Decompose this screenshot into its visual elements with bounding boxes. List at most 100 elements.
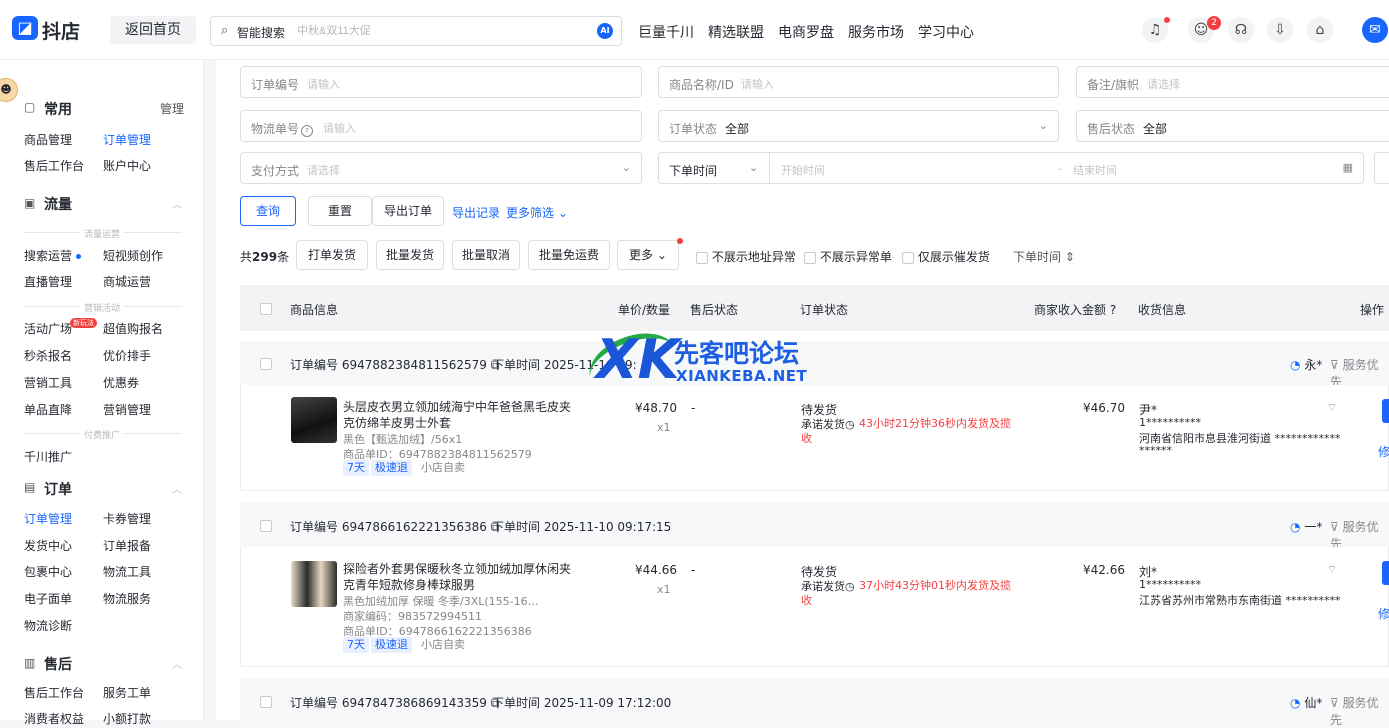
- home-button[interactable]: 返回首页: [110, 16, 196, 44]
- payment-select[interactable]: 支付方式 请选择 ⌄: [240, 152, 642, 184]
- batch-free-shipping-button[interactable]: 批量免运费: [528, 240, 610, 270]
- nav-learning[interactable]: 学习中心: [918, 22, 974, 42]
- sidebar-item-product-manage[interactable]: 商品管理: [24, 131, 72, 148]
- sidebar-item-aftersale-workbench[interactable]: 售后工作台: [24, 684, 84, 701]
- sidebar-item-order-report[interactable]: 订单报备: [103, 537, 151, 554]
- order-no-field[interactable]: 订单编号 请输入: [240, 66, 642, 98]
- sidebar-item-shipping-center[interactable]: 发货中心: [24, 537, 72, 554]
- sidebar-item-search-ops[interactable]: 搜索运营: [24, 247, 82, 264]
- reset-button[interactable]: 重置: [308, 196, 372, 226]
- nav-alliance[interactable]: 精选联盟: [708, 22, 764, 42]
- mascot-avatar[interactable]: ☻: [0, 78, 18, 102]
- sidebar-item-price[interactable]: 优价排手: [103, 347, 151, 364]
- order-checkbox[interactable]: [260, 356, 272, 370]
- select-all-checkbox[interactable]: [260, 301, 272, 315]
- sidebar-item-mall[interactable]: 商城运营: [103, 273, 151, 290]
- buyer-info[interactable]: ◔ 一*: [1290, 518, 1322, 535]
- buyer-info[interactable]: ◔ 永*: [1290, 356, 1322, 373]
- sidebar-item-qianchuan[interactable]: 千川推广: [24, 448, 72, 465]
- sidebar-item-aftersale-desk[interactable]: 售后工作台: [24, 157, 84, 174]
- export-log-link[interactable]: 导出记录: [452, 204, 500, 221]
- download-icon[interactable]: ⇩: [1267, 17, 1293, 43]
- eye-icon[interactable]: ⌔: [1327, 401, 1337, 415]
- more-button[interactable]: 更多 ⌄: [617, 240, 679, 270]
- order-checkbox[interactable]: [260, 694, 272, 708]
- sidebar-item-marketing-manage[interactable]: 营销管理: [103, 401, 151, 418]
- modify-link[interactable]: 修: [1378, 605, 1389, 622]
- sidebar-item-package-center[interactable]: 包裹中心: [24, 563, 72, 580]
- chevron-up-icon[interactable]: ︿: [172, 656, 182, 671]
- headset-icon[interactable]: ☊: [1228, 17, 1254, 43]
- sidebar-item-live[interactable]: 直播管理: [24, 273, 72, 290]
- batch-cancel-button[interactable]: 批量取消: [452, 240, 520, 270]
- ai-icon[interactable]: AI: [597, 23, 613, 39]
- logo-icon[interactable]: ◪: [12, 16, 38, 40]
- col-after: 售后状态: [690, 303, 739, 317]
- print-ship-button[interactable]: 打单发货: [296, 240, 368, 270]
- query-button[interactable]: 查询: [240, 196, 296, 226]
- after-status-select[interactable]: 售后状态 全部: [1076, 110, 1389, 142]
- product-image[interactable]: [291, 397, 337, 443]
- sidebar-item-service-ticket[interactable]: 服务工单: [103, 684, 151, 701]
- merchant-income: ¥46.70: [1083, 401, 1125, 415]
- calendar-icon[interactable]: ▦: [1343, 161, 1353, 174]
- store-icon[interactable]: ⌂: [1307, 17, 1333, 43]
- sidebar-item-card-manage[interactable]: 卡券管理: [103, 510, 151, 527]
- sidebar-item-flash-sale[interactable]: 秒杀报名: [24, 347, 72, 364]
- sidebar-item-logistics-service[interactable]: 物流服务: [103, 590, 151, 607]
- sidebar-section-traffic[interactable]: 流量: [44, 194, 72, 214]
- ship-action-button[interactable]: [1382, 561, 1389, 585]
- chevron-down-icon: ⌄: [557, 206, 568, 220]
- extra-field[interactable]: [1374, 152, 1389, 184]
- start-time-input[interactable]: 开始时间: [781, 162, 825, 178]
- order-status-select[interactable]: 订单状态 全部 ⌄: [658, 110, 1059, 142]
- sidebar-item-account[interactable]: 账户中心: [103, 157, 151, 174]
- time-range-field[interactable]: 下单时间 ⌄ 开始时间 – 结束时间 ▦: [658, 152, 1364, 184]
- sidebar-item-super-value[interactable]: 超值购报名: [103, 320, 163, 337]
- ship-action-button[interactable]: [1382, 399, 1389, 423]
- eye-icon[interactable]: ⌔: [1327, 563, 1337, 577]
- search-box[interactable]: ⌕ 智能搜索 AI: [210, 16, 622, 46]
- chat-icon[interactable]: ✉: [1362, 17, 1388, 43]
- sidebar-item-logistics-diag[interactable]: 物流诊断: [24, 617, 72, 634]
- product-title[interactable]: 探险者外套男保暖秋冬立领加绒加厚休闲夹克青年短款修身棒球服男: [343, 561, 573, 593]
- product-image[interactable]: [291, 561, 337, 607]
- remark-field[interactable]: 备注/旗帜 请选择: [1076, 66, 1389, 98]
- product-title[interactable]: 头层皮衣男立领加绒海宁中年爸爸黑毛皮夹克仿绵羊皮男士外套: [343, 399, 573, 431]
- buyer-info[interactable]: ◔ 仙*: [1290, 694, 1322, 711]
- nav-market[interactable]: 服务市场: [848, 22, 904, 42]
- product-field[interactable]: 商品名称/ID 请输入: [658, 66, 1059, 98]
- sidebar-item-logistics-tools[interactable]: 物流工具: [103, 563, 151, 580]
- check-only-urge[interactable]: 仅展示催发货: [902, 248, 990, 265]
- sidebar-item-price-drop[interactable]: 单品直降: [24, 401, 72, 418]
- sidebar-manage-link[interactable]: 管理: [160, 100, 184, 117]
- logo-text[interactable]: 抖店: [42, 17, 80, 44]
- sidebar-item-marketing-tools[interactable]: 营销工具: [24, 374, 72, 391]
- check-hide-abnormal[interactable]: 不展示异常单: [804, 248, 892, 265]
- field-label[interactable]: 下单时间: [669, 162, 717, 179]
- search-input[interactable]: [297, 22, 577, 40]
- more-filter-link[interactable]: 更多筛选 ⌄: [506, 204, 568, 221]
- sidebar-item-coupon[interactable]: 优惠券: [103, 374, 139, 391]
- sidebar-item-consumer-rights[interactable]: 消费者权益: [24, 710, 84, 727]
- sidebar-item-small-payment[interactable]: 小额打款: [103, 710, 151, 727]
- chevron-up-icon[interactable]: ︿: [172, 196, 182, 211]
- nav-qianchuan[interactable]: 巨量千川: [638, 22, 694, 42]
- check-hide-address-error[interactable]: 不展示地址异常: [696, 248, 796, 265]
- sidebar-item-short-video[interactable]: 短视频创作: [103, 247, 163, 264]
- sidebar-item-orders-manage[interactable]: 订单管理: [24, 510, 72, 527]
- sidebar-item-activity-plaza[interactable]: 活动广场: [24, 320, 72, 337]
- sidebar-section-aftersales[interactable]: 售后: [44, 654, 72, 674]
- sidebar-item-e-waybill[interactable]: 电子面单: [24, 590, 72, 607]
- export-button[interactable]: 导出订单: [372, 196, 444, 226]
- sidebar-section-orders[interactable]: 订单: [44, 479, 72, 499]
- nav-compass[interactable]: 电商罗盘: [778, 22, 834, 42]
- end-time-input[interactable]: 结束时间: [1073, 162, 1117, 178]
- sidebar-item-order-manage[interactable]: 订单管理: [103, 131, 151, 148]
- batch-ship-button[interactable]: 批量发货: [376, 240, 444, 270]
- chevron-up-icon[interactable]: ︿: [172, 481, 182, 496]
- tracking-field[interactable]: 物流单号? 请输入: [240, 110, 642, 142]
- sort-by-time[interactable]: 下单时间 ⇕: [1013, 248, 1075, 265]
- order-checkbox[interactable]: [260, 518, 272, 532]
- modify-link[interactable]: 修: [1378, 443, 1389, 460]
